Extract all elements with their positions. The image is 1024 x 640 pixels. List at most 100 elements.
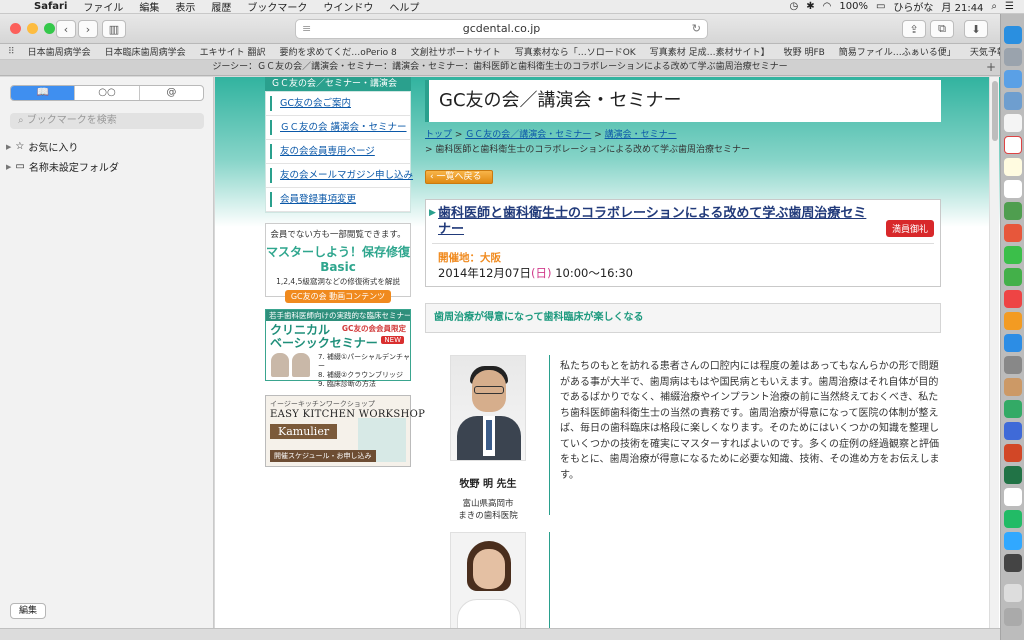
bluetooth-icon[interactable]: ✱ bbox=[802, 1, 818, 12]
battery-percent[interactable]: 100% bbox=[835, 1, 872, 12]
breadcrumb: トップ > ＧＣ友の会／講演会・セミナー > 講演会・セミナー bbox=[425, 127, 677, 140]
menu-file[interactable]: ファイル bbox=[75, 0, 131, 14]
list-icon[interactable]: ☰ bbox=[1001, 1, 1018, 12]
terminal-icon[interactable] bbox=[1004, 554, 1022, 572]
tabs-button[interactable]: ⧉ bbox=[930, 20, 954, 38]
bookmark-item[interactable]: 写真素材 足成…素材サイト】 bbox=[643, 45, 777, 58]
edit-button[interactable]: 編集 bbox=[10, 603, 46, 619]
photoshop-icon[interactable] bbox=[1004, 532, 1022, 550]
numbers-icon[interactable] bbox=[1004, 400, 1022, 418]
bookmark-item[interactable]: 牧野 明FB bbox=[777, 45, 832, 58]
zoom-window-icon[interactable] bbox=[44, 23, 55, 34]
messages-icon[interactable] bbox=[1004, 246, 1022, 264]
reading-list-tab-icon[interactable]: ○○ bbox=[75, 86, 140, 100]
sidebar-item-folder[interactable]: ▶ ▭ 名称未設定フォルダ bbox=[6, 159, 119, 174]
mail-icon[interactable] bbox=[1004, 92, 1022, 110]
system-preferences-icon[interactable] bbox=[1004, 356, 1022, 374]
bookmark-item[interactable]: 要約を求めてくだ…oPerio 8 bbox=[273, 45, 404, 58]
wifi-icon[interactable]: ◠ bbox=[819, 1, 836, 12]
reader-icon[interactable]: ≡ bbox=[302, 20, 311, 38]
nav-link-newsletter[interactable]: 友の会メールマガジン申し込み bbox=[266, 164, 413, 188]
forward-nav-button[interactable]: › bbox=[78, 20, 98, 38]
line-icon[interactable] bbox=[1004, 510, 1022, 528]
nav-link-seminars[interactable]: ＧＣ友の会 講演会・セミナー bbox=[266, 116, 410, 140]
menu-window[interactable]: ウインドウ bbox=[315, 0, 381, 14]
event-date: 2014年12月07日 bbox=[438, 266, 532, 280]
finder-icon[interactable] bbox=[1004, 26, 1022, 44]
trash-icon[interactable] bbox=[1004, 608, 1022, 626]
bookmark-item[interactable]: 写真素材なら「…ソロードOK bbox=[508, 45, 643, 58]
reminders-icon[interactable] bbox=[1004, 180, 1022, 198]
banner-clinical-basic[interactable]: 若手歯科医師向けの実践的な臨床セミナー クリニカル ベーシックセミナー GC友の… bbox=[265, 309, 411, 388]
ibooks-icon[interactable] bbox=[1004, 312, 1022, 330]
bookmark-item[interactable]: 簡易ファイル…ふぁいる便」 bbox=[832, 45, 963, 58]
breadcrumb-separator: > bbox=[454, 130, 466, 140]
lecturer-photo bbox=[271, 353, 289, 377]
divider bbox=[432, 243, 934, 244]
shared-links-tab-icon[interactable]: @ bbox=[140, 86, 203, 100]
breadcrumb-top[interactable]: トップ bbox=[425, 130, 452, 140]
event-title-link[interactable]: 歯科医師と歯科衛生士のコラボレーションによる改めて学ぶ歯周治療セミナー bbox=[438, 206, 878, 238]
back-to-list-button[interactable]: ‹ 一覧へ戻る bbox=[425, 170, 493, 184]
menu-view[interactable]: 表示 bbox=[167, 0, 203, 14]
excel-icon[interactable] bbox=[1004, 466, 1022, 484]
disclosure-triangle-icon[interactable]: ▶ bbox=[6, 143, 11, 151]
menu-bookmarks[interactable]: ブックマーク bbox=[239, 0, 315, 14]
clock[interactable]: 月 21:44 bbox=[937, 0, 987, 14]
photos-icon[interactable] bbox=[1004, 224, 1022, 242]
menu-edit[interactable]: 編集 bbox=[131, 0, 167, 14]
nav-link-about[interactable]: GC友の会ご案内 bbox=[266, 92, 410, 116]
breadcrumb-seminars[interactable]: 講演会・セミナー bbox=[605, 130, 677, 140]
contacts-icon[interactable] bbox=[1004, 114, 1022, 132]
input-method[interactable]: ひらがな bbox=[889, 0, 937, 14]
bookmarks-tab-icon[interactable]: 📖 bbox=[11, 86, 76, 100]
banner-kitchen-workshop[interactable]: イージーキッチンワークショップ EASY KITCHEN WORKSHOP Ka… bbox=[265, 395, 425, 467]
close-window-icon[interactable] bbox=[10, 23, 21, 34]
nav-link-members[interactable]: 友の会会員専用ページ bbox=[266, 140, 410, 164]
breadcrumb-gc-seminars[interactable]: ＧＣ友の会／講演会・セミナー bbox=[465, 130, 591, 140]
minimize-window-icon[interactable] bbox=[27, 23, 38, 34]
tab-bar: ジーシー：ＧＣ友の会／講演会・セミナー：講演会・セミナー：歯科医師と歯科衛生士の… bbox=[0, 60, 1000, 76]
page-scrollbar[interactable] bbox=[989, 77, 999, 628]
time-machine-icon[interactable]: ◷ bbox=[786, 1, 803, 12]
downloads-button[interactable]: ⬇ bbox=[964, 20, 988, 38]
new-tab-icon[interactable]: + bbox=[986, 60, 996, 75]
bookmark-item[interactable]: エキサイト 翻訳 bbox=[193, 45, 273, 58]
search-icon[interactable]: ⌕ bbox=[987, 1, 1001, 12]
page-title: GC友の会／講演会・セミナー bbox=[425, 80, 941, 122]
safari-icon[interactable] bbox=[1004, 70, 1022, 88]
itunes-icon[interactable] bbox=[1004, 290, 1022, 308]
chrome-icon[interactable] bbox=[1004, 488, 1022, 506]
menu-app[interactable]: Safari bbox=[26, 1, 75, 12]
tab-title[interactable]: ジーシー：ＧＣ友の会／講演会・セミナー：講演会・セミナー：歯科医師と歯科衛生士の… bbox=[212, 62, 787, 72]
bookmark-search-input[interactable]: ⌕ ブックマークを検索 bbox=[10, 113, 204, 129]
scrollbar-thumb[interactable] bbox=[992, 81, 998, 141]
powerpoint-icon[interactable] bbox=[1004, 444, 1022, 462]
maps-icon[interactable] bbox=[1004, 202, 1022, 220]
address-bar[interactable]: ≡ gcdental.co.jp ↻ bbox=[295, 19, 708, 39]
bookmark-item[interactable]: 文創社サポートサイト bbox=[404, 45, 508, 58]
facetime-icon[interactable] bbox=[1004, 268, 1022, 286]
sidebar-toggle-button[interactable]: ▥ bbox=[102, 20, 126, 38]
bookmark-item[interactable]: 日本歯周病学会 bbox=[21, 45, 98, 58]
disclosure-triangle-icon[interactable]: ▶ bbox=[6, 163, 11, 171]
calendar-icon[interactable] bbox=[1004, 136, 1022, 154]
word-icon[interactable] bbox=[1004, 422, 1022, 440]
bookmark-item[interactable]: 天気予報 - …ーニュース：風 bbox=[963, 45, 1000, 58]
battery-icon[interactable]: ▭ bbox=[872, 1, 889, 12]
sidebar-item-favorites[interactable]: ▶ ☆ お気に入り bbox=[6, 139, 78, 154]
launchpad-icon[interactable] bbox=[1004, 48, 1022, 66]
bookmark-item[interactable]: 日本臨床歯周病学会 bbox=[98, 45, 193, 58]
notes-icon[interactable] bbox=[1004, 158, 1022, 176]
back-nav-button[interactable]: ‹ bbox=[56, 20, 76, 38]
share-button[interactable]: ⇪ bbox=[902, 20, 926, 38]
reload-icon[interactable]: ↻ bbox=[692, 20, 701, 38]
menu-help[interactable]: ヘルプ bbox=[381, 0, 427, 14]
help-icon[interactable] bbox=[1004, 584, 1022, 602]
menu-history[interactable]: 履歴 bbox=[203, 0, 239, 14]
app-store-icon[interactable] bbox=[1004, 334, 1022, 352]
nav-link-update-registration[interactable]: 会員登録事項変更 bbox=[266, 188, 410, 212]
banner-basic-video[interactable]: 会員でない方も一部閲覧できます。 マスターしよう！保存修復Basic 1,2,4… bbox=[265, 223, 411, 303]
top-sites-icon[interactable]: ⠿ bbox=[0, 47, 21, 57]
preview-icon[interactable] bbox=[1004, 378, 1022, 396]
